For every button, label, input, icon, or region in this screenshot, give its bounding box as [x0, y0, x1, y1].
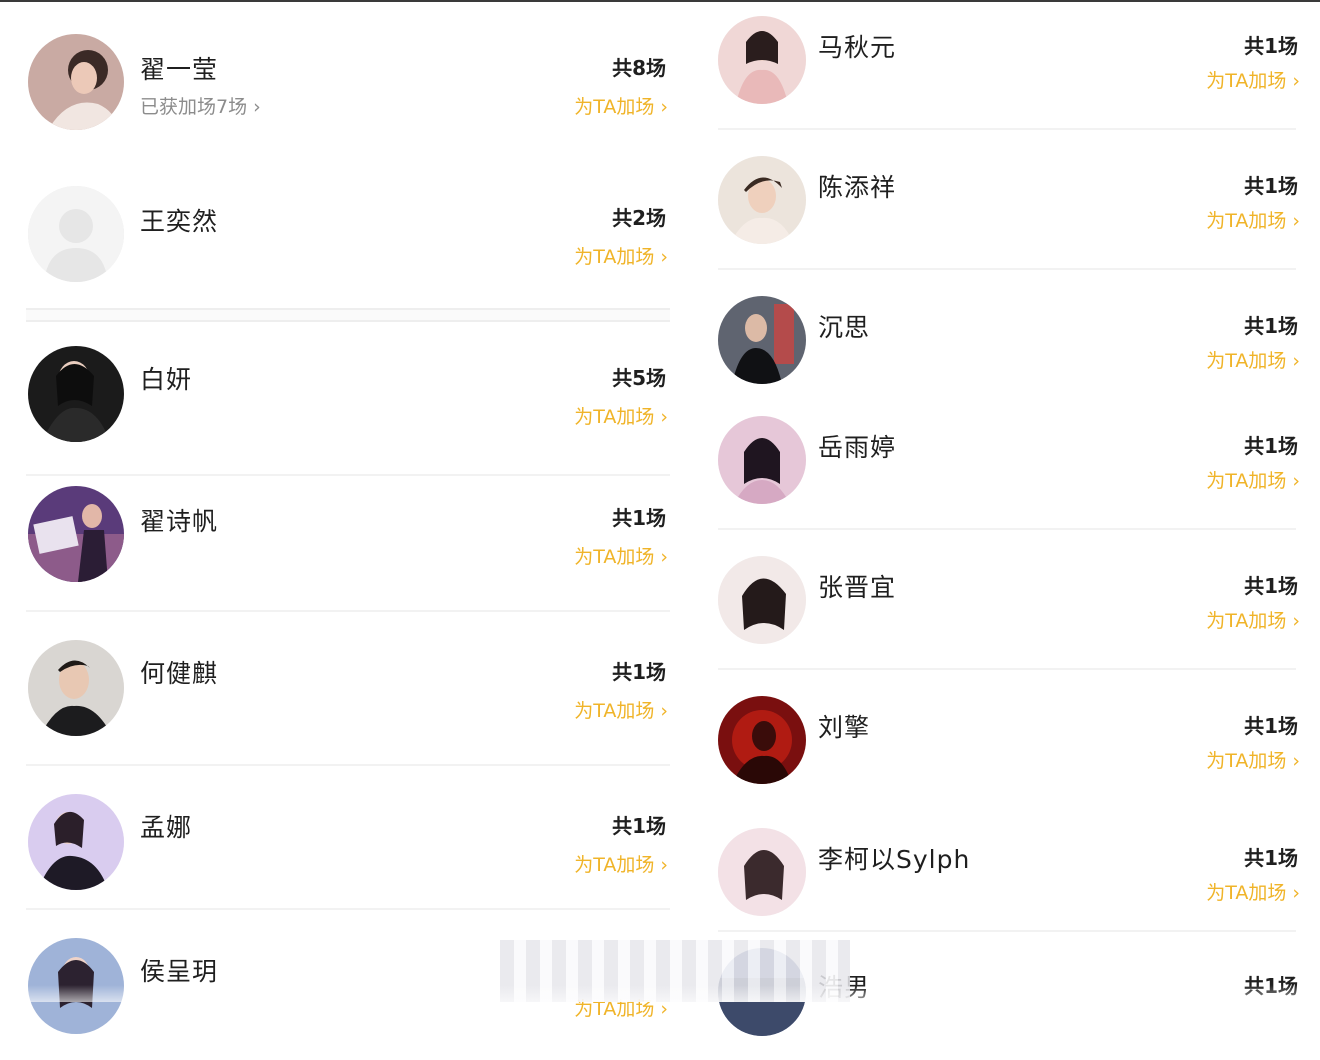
member-name: 马秋元: [818, 33, 897, 62]
add-show-button[interactable]: 为TA加场 ›: [574, 242, 668, 269]
avatar[interactable]: [718, 296, 806, 384]
add-show-button[interactable]: 为TA加场 ›: [1206, 746, 1300, 773]
member-name: 张晋宜: [818, 573, 897, 602]
bottom-fade: [0, 985, 1320, 1002]
avatar[interactable]: [28, 346, 124, 442]
member-name: 李柯以Sylph: [818, 845, 971, 874]
show-count: 共1场: [1244, 574, 1298, 598]
show-count: 共1场: [1244, 314, 1298, 338]
list-item[interactable]: 何健麒 共1场 为TA加场 ›: [0, 630, 690, 750]
member-name: 何健麒: [140, 659, 219, 688]
avatar[interactable]: [718, 696, 806, 784]
avatar[interactable]: [28, 34, 124, 130]
member-name: 孟娜: [140, 813, 193, 842]
list-item[interactable]: 王奕然 共2场 为TA加场 ›: [0, 176, 690, 296]
default-avatar-icon: [28, 186, 124, 282]
list-item[interactable]: 陈添祥 共1场 为TA加场 ›: [700, 140, 1320, 260]
list-item[interactable]: 翟一莹 已获加场7场 › 共8场 为TA加场 ›: [0, 24, 690, 144]
row-divider: [26, 764, 670, 766]
show-count: 共1场: [1244, 34, 1298, 58]
add-show-button[interactable]: 为TA加场 ›: [574, 542, 668, 569]
list-item[interactable]: 刘擎 共1场 为TA加场 ›: [700, 680, 1320, 800]
show-count: 共1场: [1244, 714, 1298, 738]
add-show-button[interactable]: 为TA加场 ›: [1206, 206, 1300, 233]
avatar[interactable]: [28, 794, 124, 890]
add-show-button[interactable]: 为TA加场 ›: [574, 696, 668, 723]
list-item[interactable]: 孟娜 共1场 为TA加场 ›: [0, 784, 690, 904]
show-count: 共5场: [612, 366, 666, 390]
avatar[interactable]: [28, 186, 124, 282]
member-name: 沉思: [818, 313, 871, 342]
add-show-button[interactable]: 为TA加场 ›: [1206, 66, 1300, 93]
member-name: 王奕然: [140, 207, 219, 236]
show-count: 共1场: [612, 506, 666, 530]
avatar[interactable]: [718, 416, 806, 504]
avatar[interactable]: [718, 556, 806, 644]
list-item[interactable]: 马秋元 共1场 为TA加场 ›: [700, 0, 1320, 120]
member-name: 翟一莹: [140, 55, 219, 84]
show-count: 共1场: [612, 814, 666, 838]
list-item[interactable]: 沉思 共1场 为TA加场 ›: [700, 280, 1320, 400]
avatar[interactable]: [718, 156, 806, 244]
list-item[interactable]: 翟诗帆 共1场 为TA加场 ›: [0, 476, 690, 596]
show-count: 共1场: [1244, 846, 1298, 870]
member-name: 白妍: [140, 365, 193, 394]
show-count: 共8场: [612, 56, 666, 80]
show-count: 共1场: [1244, 434, 1298, 458]
row-divider: [718, 128, 1296, 130]
member-name: 侯呈玥: [140, 957, 219, 986]
add-show-button[interactable]: 为TA加场 ›: [1206, 346, 1300, 373]
show-count: 共2场: [612, 206, 666, 230]
avatar[interactable]: [718, 828, 806, 916]
section-divider: [26, 308, 670, 322]
add-show-button[interactable]: 为TA加场 ›: [1206, 466, 1300, 493]
member-name: 岳雨婷: [818, 433, 897, 462]
avatar[interactable]: [28, 640, 124, 736]
show-count: 共1场: [1244, 174, 1298, 198]
avatar[interactable]: [718, 16, 806, 104]
add-show-button[interactable]: 为TA加场 ›: [574, 850, 668, 877]
avatar[interactable]: [28, 486, 124, 582]
row-divider: [26, 908, 670, 910]
row-divider: [718, 528, 1296, 530]
list-item[interactable]: 张晋宜 共1场 为TA加场 ›: [700, 540, 1320, 660]
add-show-button[interactable]: 为TA加场 ›: [574, 402, 668, 429]
member-name: 陈添祥: [818, 173, 897, 202]
row-divider: [718, 668, 1296, 670]
show-count: 共1场: [612, 660, 666, 684]
list-item[interactable]: 岳雨婷 共1场 为TA加场 ›: [700, 400, 1320, 520]
bonus-count-link[interactable]: 已获加场7场 ›: [140, 92, 261, 119]
row-divider: [26, 610, 670, 612]
member-name: 翟诗帆: [140, 507, 219, 536]
add-show-button[interactable]: 为TA加场 ›: [574, 92, 668, 119]
list-item[interactable]: 白妍 共5场 为TA加场 ›: [0, 336, 690, 456]
row-divider: [718, 930, 1296, 932]
add-show-button[interactable]: 为TA加场 ›: [1206, 606, 1300, 633]
add-show-button[interactable]: 为TA加场 ›: [1206, 878, 1300, 905]
list-item[interactable]: 李柯以Sylph 共1场 为TA加场 ›: [700, 812, 1320, 932]
member-name: 刘擎: [818, 713, 871, 742]
row-divider: [718, 268, 1296, 270]
